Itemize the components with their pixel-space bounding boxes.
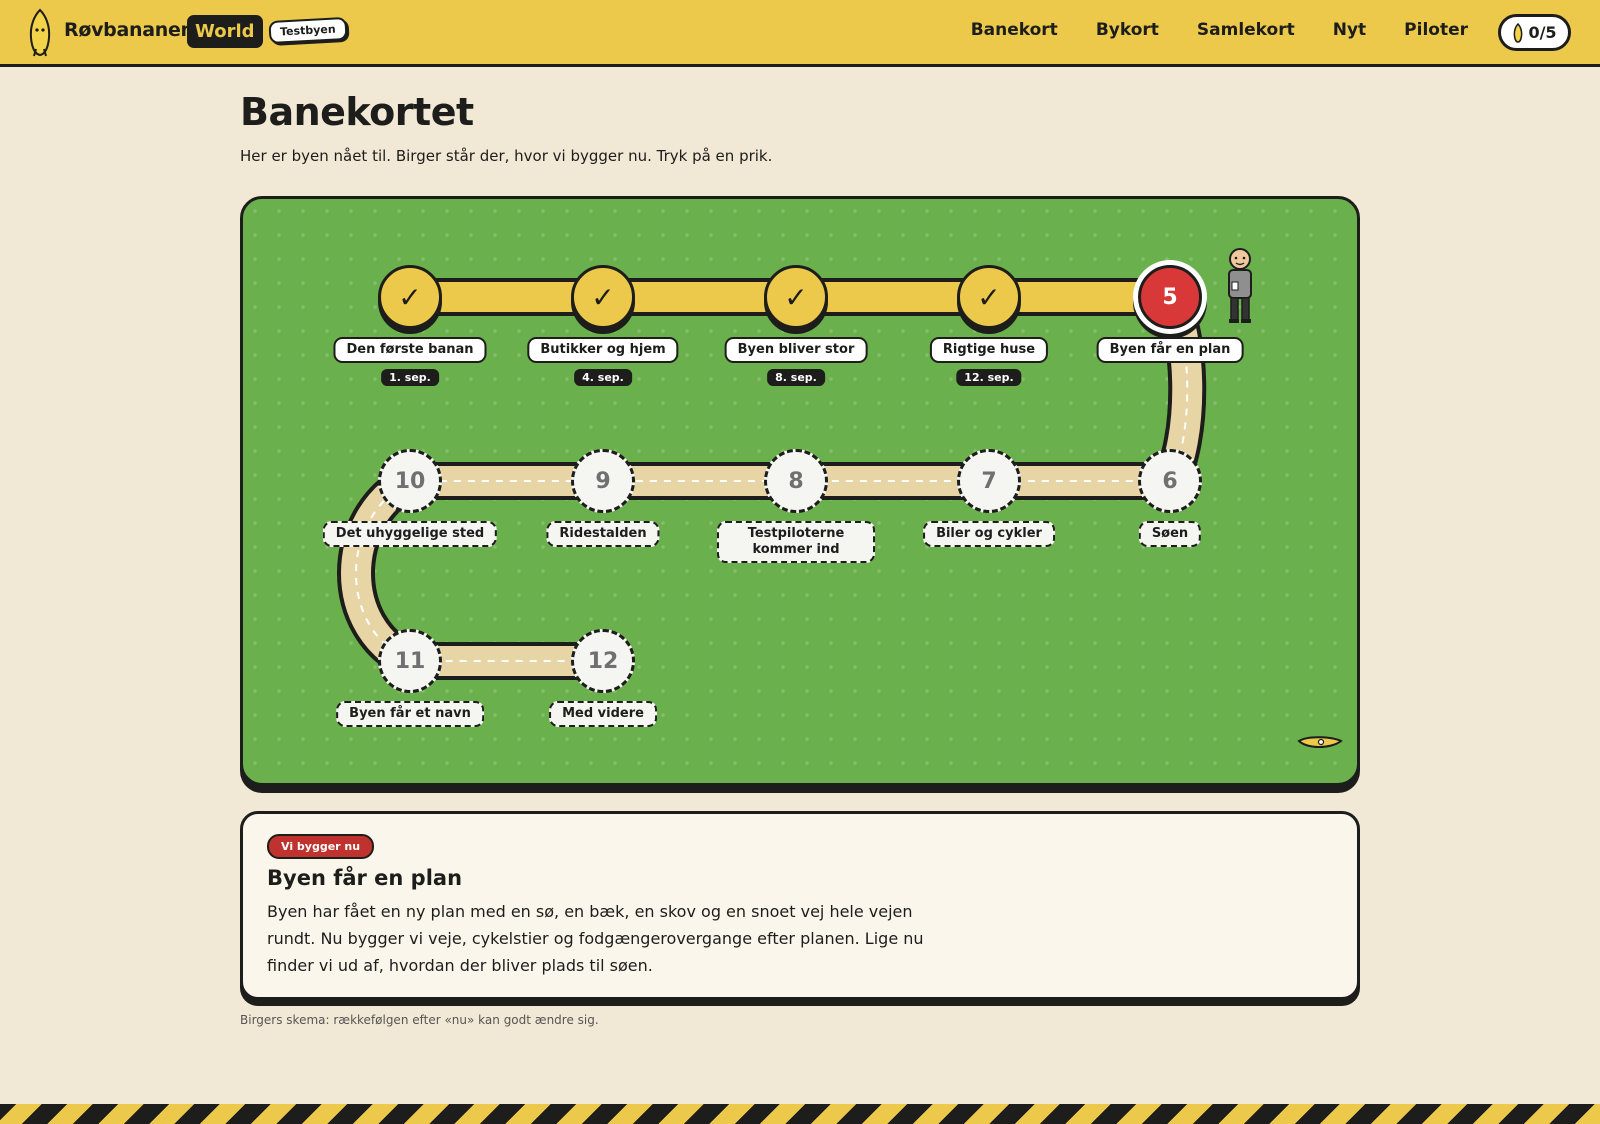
stop-6-label[interactable]: Søen (1138, 521, 1202, 547)
stop-10-node[interactable]: 10 (378, 449, 442, 513)
current-stage-card: Vi bygger nu Byen får en plan Byen har f… (240, 811, 1360, 1000)
status-badge: Vi bygger nu (267, 834, 375, 859)
banana-boat-icon (1297, 736, 1343, 748)
nav-bykort[interactable]: Bykort (1096, 20, 1159, 40)
nav-nyt[interactable]: Nyt (1333, 20, 1366, 40)
stop-5-node[interactable]: 5 (1138, 265, 1202, 329)
birger-figure-icon[interactable] (1223, 247, 1257, 325)
stop-12-label[interactable]: Med videre (549, 701, 657, 727)
stop-5-label[interactable]: Byen får en plan (1096, 337, 1244, 363)
stop-1-label[interactable]: Den første banan (333, 337, 487, 363)
stage-title: Byen får en plan (267, 866, 463, 890)
stop-7-label[interactable]: Biler og cykler (923, 521, 1055, 547)
stop-10-label[interactable]: Det uhyggelige sted (322, 521, 498, 547)
stop-9-node[interactable]: 9 (571, 449, 635, 513)
stop-12-node[interactable]: 12 (571, 629, 635, 693)
nav-piloter[interactable]: Piloter (1404, 20, 1468, 40)
check-icon: ✓ (977, 280, 1001, 314)
stop-4-label[interactable]: Rigtige huse (929, 337, 1049, 363)
schedule-footnote: Birgers skema: rækkefølgen efter «nu» ka… (240, 1013, 599, 1027)
stop-2-label[interactable]: Butikker og hjem (527, 337, 679, 363)
testbyen-badge: Testbyen (268, 16, 348, 45)
banana-counter[interactable]: 0/5 (1498, 14, 1571, 51)
nav-banekort[interactable]: Banekort (971, 20, 1058, 40)
stop-8-node[interactable]: 8 (764, 449, 828, 513)
main-nav: Banekort Bykort Samlekort Nyt Piloter (971, 20, 1468, 40)
stop-4-date: 12. sep. (956, 369, 1022, 386)
stop-11-label[interactable]: Byen får et navn (336, 701, 484, 727)
check-icon: ✓ (784, 280, 808, 314)
banana-logo-icon[interactable] (26, 8, 54, 58)
track-map: ✓ Den første banan 1. sep. ✓ Butikker og… (240, 196, 1360, 786)
stop-1-node[interactable]: ✓ (378, 265, 442, 329)
stop-2-date: 4. sep. (574, 369, 632, 386)
nav-samlekort[interactable]: Samlekort (1197, 20, 1295, 40)
stop-7-node[interactable]: 7 (957, 449, 1021, 513)
brand-name[interactable]: Røvbananen (64, 19, 194, 41)
page-title: Banekortet (240, 90, 474, 134)
stop-3-node[interactable]: ✓ (764, 265, 828, 329)
check-icon: ✓ (591, 280, 615, 314)
stop-8-label[interactable]: Testpiloterne kommer ind (717, 521, 875, 563)
stop-9-label[interactable]: Ridestalden (546, 521, 660, 547)
stage-description: Byen har fået en ny plan med en sø, en b… (267, 902, 924, 975)
counter-value: 0/5 (1528, 23, 1557, 42)
top-bar: Røvbananen World Testbyen Banekort Bykor… (0, 0, 1600, 67)
stop-11-node[interactable]: 11 (378, 629, 442, 693)
hazard-stripe (0, 1104, 1600, 1124)
brand-world-badge: World (187, 15, 263, 48)
stop-6-node[interactable]: 6 (1138, 449, 1202, 513)
page-intro: Her er byen nået til. Birger står der, h… (240, 147, 773, 165)
stop-3-date: 8. sep. (767, 369, 825, 386)
check-icon: ✓ (398, 280, 422, 314)
banana-icon (1514, 22, 1523, 43)
stop-1-date: 1. sep. (381, 369, 439, 386)
stop-3-label[interactable]: Byen bliver stor (724, 337, 868, 363)
stop-2-node[interactable]: ✓ (571, 265, 635, 329)
stop-4-node[interactable]: ✓ (957, 265, 1021, 329)
